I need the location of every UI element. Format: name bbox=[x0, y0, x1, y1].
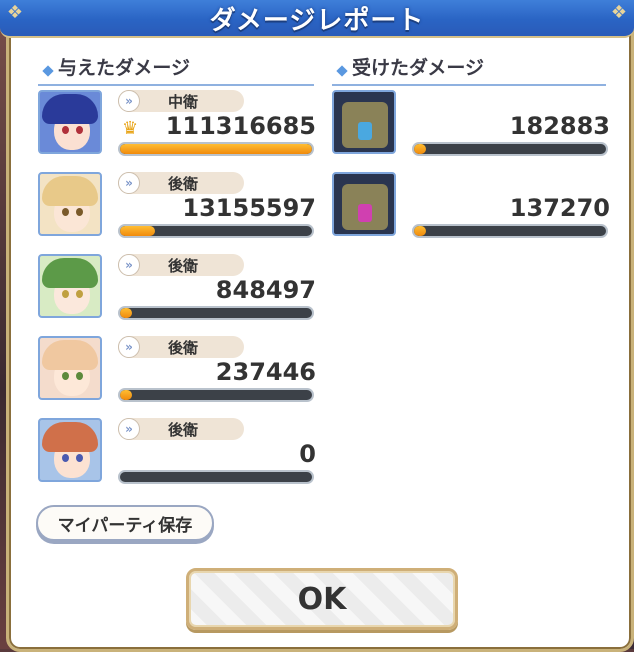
damage-bar bbox=[412, 142, 608, 156]
received-damage-row: 182883 bbox=[332, 90, 610, 162]
diamond-icon bbox=[42, 65, 54, 77]
portrait-eye bbox=[62, 290, 69, 298]
damage-value: 111316685 bbox=[165, 112, 316, 140]
character-portrait bbox=[38, 336, 102, 400]
chevron-right-icon: » bbox=[118, 172, 140, 194]
received-damage-title: 受けたダメージ bbox=[352, 57, 485, 79]
position-label: 中衛 bbox=[167, 92, 198, 111]
portrait-eye bbox=[62, 126, 69, 134]
position-label: 後衛 bbox=[167, 174, 198, 193]
position-badge: » 後衛 bbox=[118, 172, 244, 194]
position-badge: » 中衛 bbox=[118, 90, 244, 112]
chevron-right-icon: » bbox=[118, 90, 140, 112]
damage-bar-fill bbox=[120, 390, 132, 400]
portrait-eye bbox=[76, 372, 83, 380]
dealt-damage-row: » 後衛 848497 bbox=[38, 254, 316, 326]
ornament-icon: ❖ bbox=[6, 2, 24, 23]
damage-value: 237446 bbox=[215, 358, 316, 386]
damage-value: 182883 bbox=[509, 112, 610, 140]
dealt-damage-row: » 後衛 0 bbox=[38, 418, 316, 490]
damage-bar bbox=[118, 470, 314, 484]
damage-bar-fill bbox=[414, 144, 426, 154]
enemy-portrait bbox=[332, 172, 396, 236]
portrait-hair bbox=[42, 340, 98, 370]
portrait-hair bbox=[42, 94, 98, 124]
damage-bar bbox=[118, 142, 314, 156]
damage-bar bbox=[118, 388, 314, 402]
dealt-damage-title: 与えたダメージ bbox=[58, 57, 191, 79]
position-badge: » 後衛 bbox=[118, 254, 244, 276]
character-portrait bbox=[38, 172, 102, 236]
damage-value: 13155597 bbox=[182, 194, 316, 222]
ornament-icon: ❖ bbox=[610, 2, 628, 23]
character-portrait bbox=[38, 418, 102, 482]
portrait-eye bbox=[62, 208, 69, 216]
diamond-icon bbox=[336, 65, 348, 77]
portrait-eye bbox=[76, 454, 83, 462]
damage-bar-fill bbox=[414, 226, 426, 236]
save-party-button[interactable]: マイパーティ保存 bbox=[36, 505, 214, 541]
portrait-eye bbox=[62, 372, 69, 380]
portrait-hair bbox=[42, 258, 98, 288]
damage-bar bbox=[118, 306, 314, 320]
damage-value: 848497 bbox=[215, 276, 316, 304]
chevron-right-icon: » bbox=[118, 336, 140, 358]
damage-bar bbox=[412, 224, 608, 238]
enemy-crystal bbox=[358, 204, 372, 222]
dealt-damage-header: 与えたダメージ bbox=[38, 50, 314, 86]
received-damage-row: 137270 bbox=[332, 172, 610, 244]
portrait-eye bbox=[76, 126, 83, 134]
ok-button[interactable]: OK bbox=[186, 568, 458, 630]
portrait-hair bbox=[42, 422, 98, 452]
dialog-title: ダメージレポート bbox=[209, 5, 425, 36]
portrait-hair bbox=[42, 176, 98, 206]
title-bar: ❖ ダメージレポート ❖ bbox=[0, 0, 634, 38]
position-badge: » 後衛 bbox=[118, 336, 244, 358]
dealt-damage-row: » 後衛 13155597 bbox=[38, 172, 316, 244]
portrait-eye bbox=[76, 208, 83, 216]
chevron-right-icon: » bbox=[118, 418, 140, 440]
dealt-damage-row: » 中衛 ♛ 111316685 bbox=[38, 90, 316, 162]
enemy-portrait bbox=[332, 90, 396, 154]
position-badge: » 後衛 bbox=[118, 418, 244, 440]
position-label: 後衛 bbox=[167, 256, 198, 275]
damage-bar bbox=[118, 224, 314, 238]
damage-bar-fill bbox=[120, 226, 155, 236]
crown-icon: ♛ bbox=[122, 118, 139, 139]
enemy-crystal bbox=[358, 122, 372, 140]
damage-bar-fill bbox=[120, 144, 312, 154]
character-portrait bbox=[38, 254, 102, 318]
chevron-right-icon: » bbox=[118, 254, 140, 276]
damage-value: 0 bbox=[299, 440, 316, 468]
damage-bar-fill bbox=[120, 308, 132, 318]
dealt-damage-row: » 後衛 237446 bbox=[38, 336, 316, 408]
character-portrait bbox=[38, 90, 102, 154]
damage-value: 137270 bbox=[509, 194, 610, 222]
received-damage-header: 受けたダメージ bbox=[332, 50, 606, 86]
position-label: 後衛 bbox=[167, 338, 198, 357]
portrait-eye bbox=[62, 454, 69, 462]
position-label: 後衛 bbox=[167, 420, 198, 439]
portrait-eye bbox=[76, 290, 83, 298]
